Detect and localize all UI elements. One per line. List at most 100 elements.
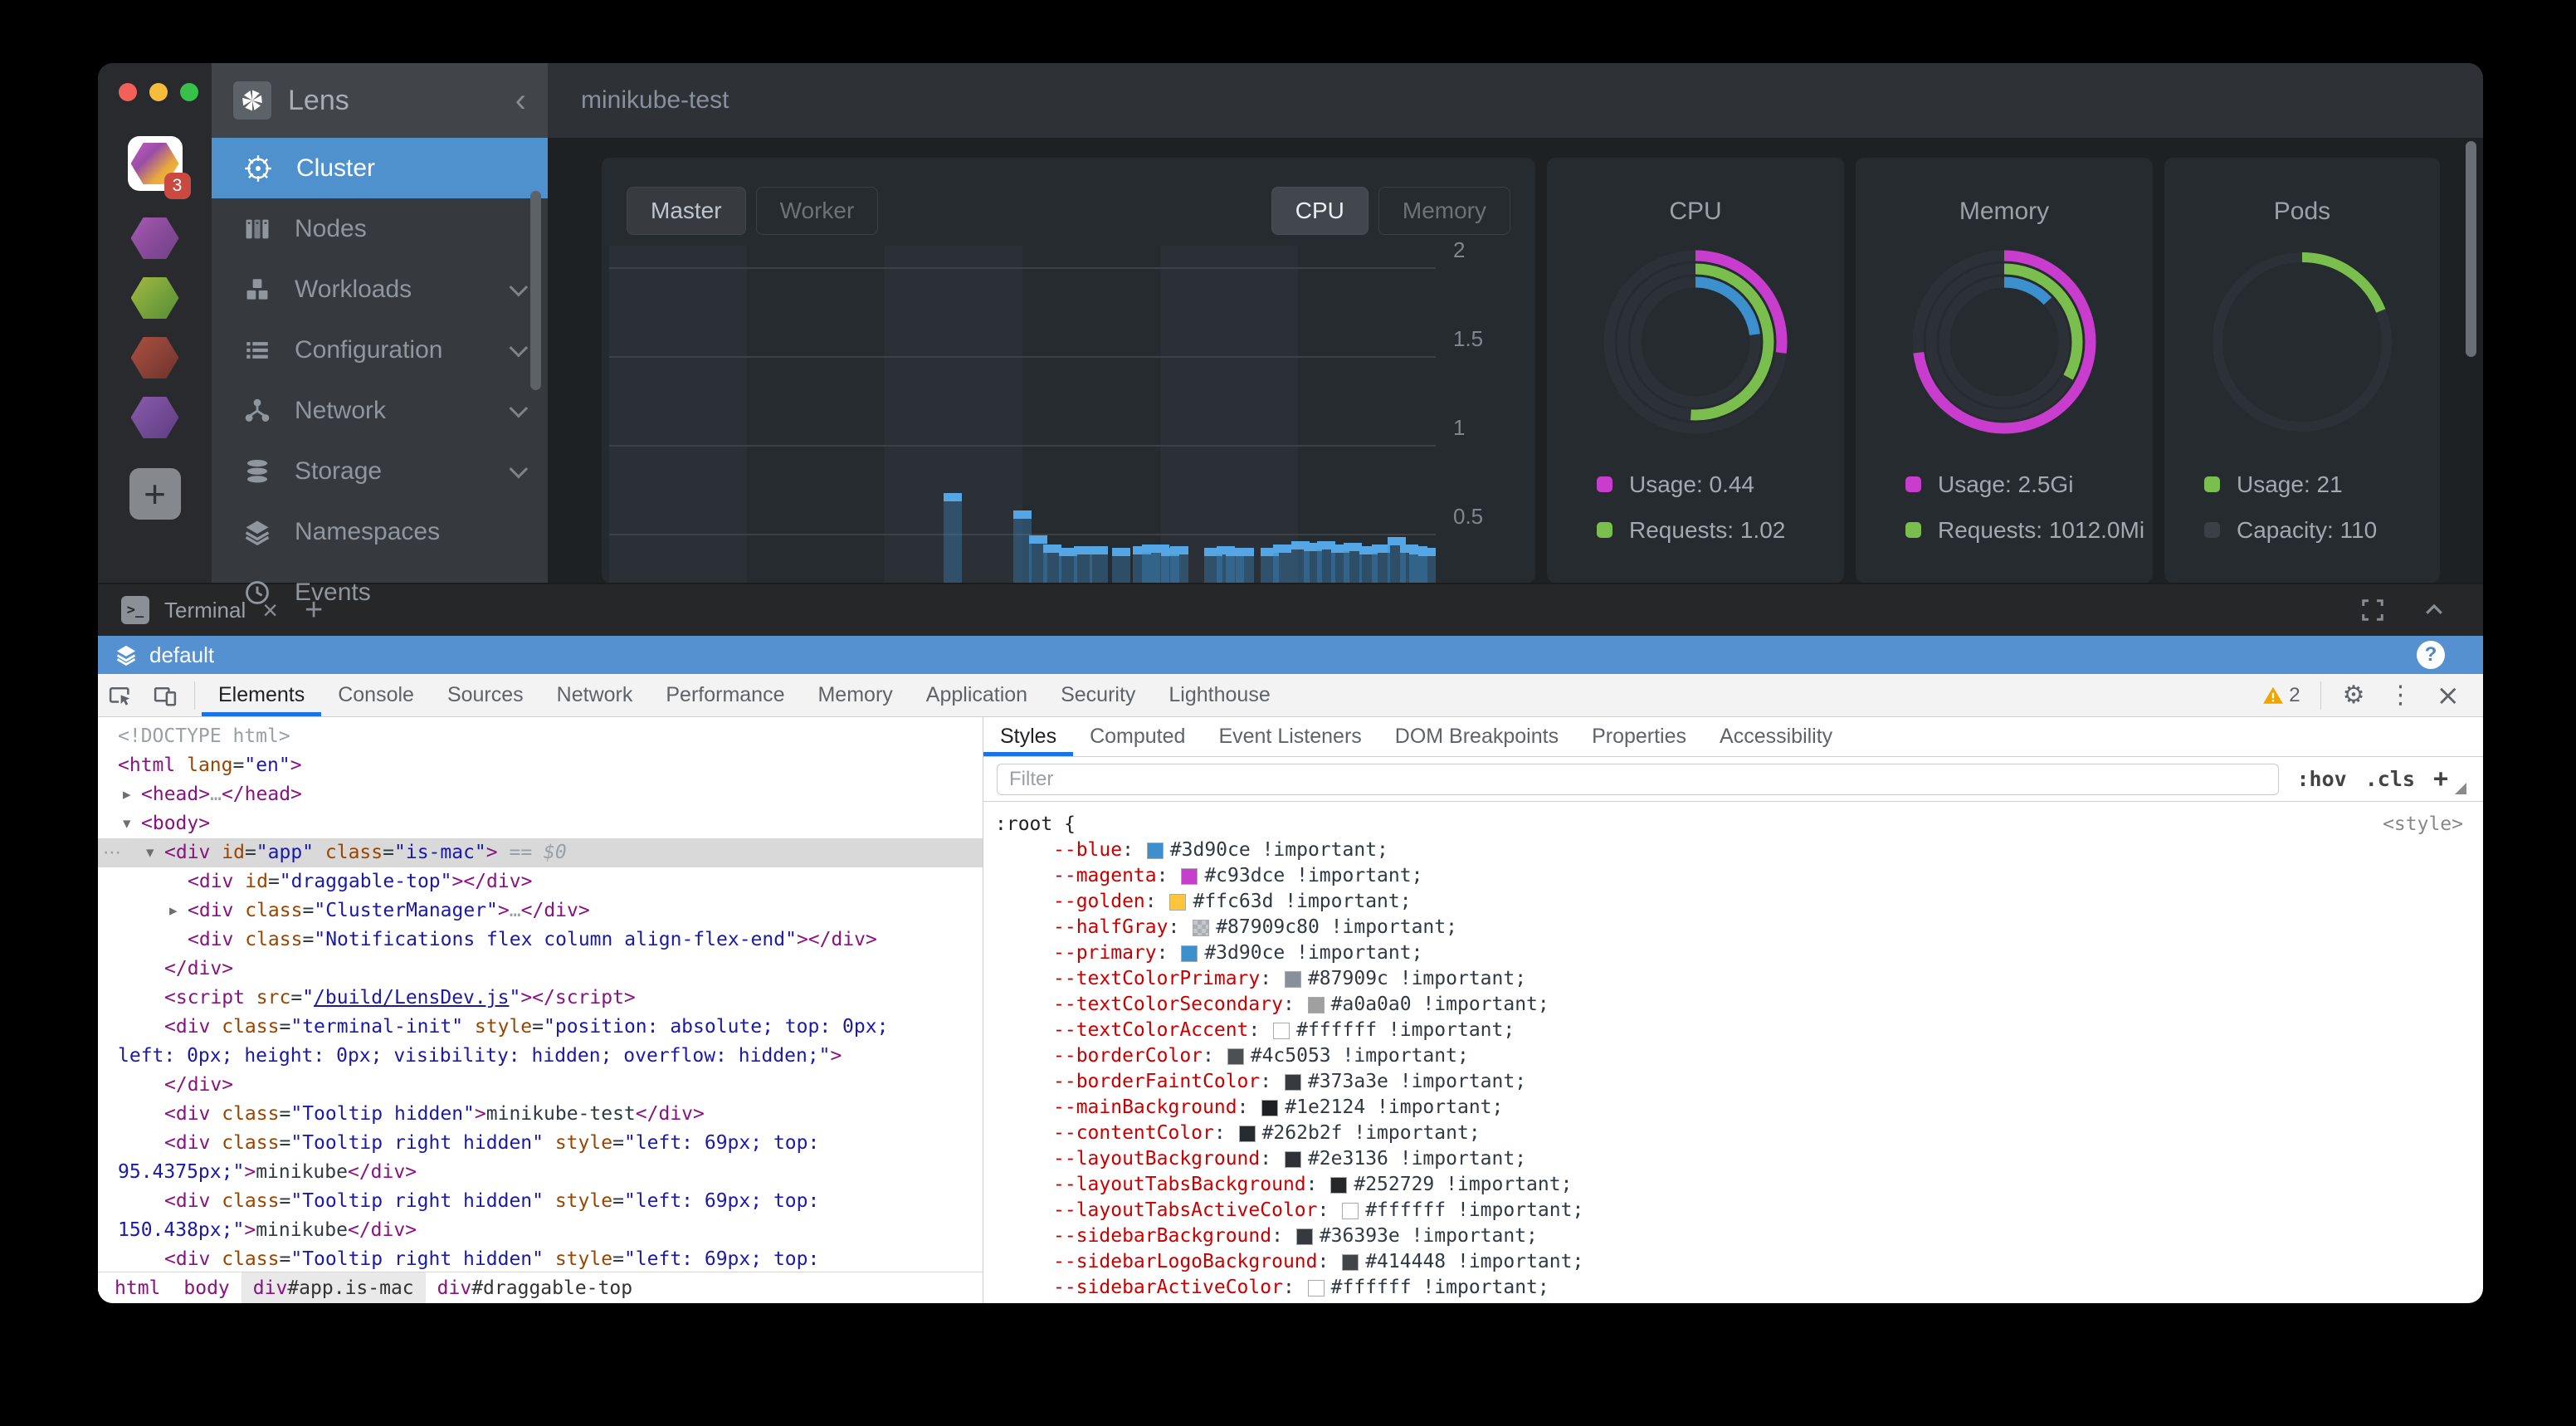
css-property-name[interactable]: --sidebarBackground [1053,1223,1271,1249]
stylesheet-source-link[interactable]: <style> [2383,812,2463,838]
color-swatch[interactable] [1296,1228,1313,1245]
color-swatch[interactable] [1308,997,1325,1013]
elements-tree-row[interactable]: <div class="Tooltip right hidden" style=… [98,1245,983,1272]
css-property-row[interactable]: --layoutTabsBackground: #252729 !importa… [995,1172,2463,1198]
devtools-tab[interactable]: Sources [431,674,540,716]
css-property-name[interactable]: --textColorSecondary [1053,992,1283,1018]
breadcrumb-item[interactable]: div#app.is-mac [242,1272,426,1303]
css-property-row[interactable]: --textColorSecondary: #a0a0a0 !important… [995,992,2463,1018]
css-property-value[interactable]: #3d90ce !important; [1170,838,1388,863]
elements-tree-row[interactable]: ⋯▾<div id="app" class="is-mac"> == $0 [98,838,983,867]
css-property-name[interactable]: --contentColor [1053,1121,1214,1146]
color-swatch[interactable] [1181,945,1198,962]
css-property-value[interactable]: #c93dce !important; [1204,863,1422,889]
sidebar-scrollbar[interactable] [530,191,541,390]
css-property-value[interactable]: #a0a0a0 !important; [1331,992,1549,1018]
css-property-value[interactable]: #ffffff !important; [1365,1198,1583,1223]
new-style-rule-button[interactable]: + [2433,764,2448,794]
devtools-tab[interactable]: Performance [649,674,801,716]
styles-tab[interactable]: Computed [1073,717,1202,756]
styles-tab[interactable]: Properties [1575,717,1703,756]
css-property-name[interactable]: --magenta [1053,863,1157,889]
devtools-tab[interactable]: Memory [801,674,909,716]
css-property-name[interactable]: --primary [1053,940,1157,966]
color-swatch[interactable] [1239,1126,1256,1142]
devtools-tab[interactable]: Security [1044,674,1152,716]
color-swatch[interactable] [1193,920,1209,936]
cluster-tile[interactable] [131,217,179,259]
css-property-value[interactable]: #ffc63d !important; [1193,889,1411,915]
minimize-window-button[interactable] [149,83,168,101]
zoom-window-button[interactable] [180,83,198,101]
inspect-element-icon[interactable] [98,683,143,708]
styles-tab[interactable]: DOM Breakpoints [1378,717,1575,756]
color-swatch[interactable] [1342,1254,1359,1271]
breadcrumb-item[interactable]: div#draggable-top [426,1272,644,1303]
elements-tree-row[interactable]: </div> [98,1071,983,1100]
styles-tab[interactable]: Styles [983,717,1073,756]
breadcrumb-item[interactable]: body [172,1272,241,1303]
sidebar-item-configuration[interactable]: Configuration [212,320,548,380]
elements-tree-row[interactable]: <div class="Notifications flex column al… [98,925,983,955]
content-scrollbar[interactable] [2466,141,2476,357]
color-swatch[interactable] [1273,1023,1290,1039]
css-property-row[interactable]: --blue: #3d90ce !important; [995,838,2463,863]
sidebar-item-workloads[interactable]: Workloads [212,259,548,320]
color-swatch[interactable] [1285,971,1301,988]
color-swatch[interactable] [1227,1048,1244,1065]
devtools-tab[interactable]: Application [910,674,1044,716]
elements-tree-row[interactable]: ▾<body> [98,809,983,838]
css-property-value[interactable]: #87909c80 !important; [1216,915,1457,940]
css-property-row[interactable]: --sidebarActiveColor: #ffffff !important… [995,1275,2463,1301]
css-property-row[interactable]: --borderFaintColor: #373a3e !important; [995,1069,2463,1095]
elements-tree-row[interactable]: <div id="draggable-top"></div> [98,867,983,896]
elements-tree-row[interactable]: </div> [98,955,983,984]
color-swatch[interactable] [1147,842,1164,859]
css-property-name[interactable]: --layoutBackground [1053,1146,1260,1172]
elements-tree-row[interactable]: <!DOCTYPE html> [98,722,983,751]
css-property-value[interactable]: #1e2124 !important; [1285,1095,1503,1121]
color-swatch[interactable] [1261,1100,1278,1116]
css-property-name[interactable]: --golden [1053,889,1145,915]
css-property-value[interactable]: #2e3136 !important; [1308,1146,1526,1172]
color-swatch[interactable] [1285,1151,1301,1168]
css-property-name[interactable]: --mainBackground [1053,1095,1237,1121]
sidebar-item-events[interactable]: Events [212,562,548,623]
memory-tab[interactable]: Memory [1378,187,1510,235]
collapsed-arrow-icon[interactable]: ▸ [123,780,131,809]
color-swatch[interactable] [1181,868,1198,885]
css-property-value[interactable]: #87909c !important; [1308,966,1526,992]
add-cluster-button[interactable]: + [129,468,181,520]
sidebar-item-storage[interactable]: Storage [212,441,548,501]
css-property-value[interactable]: #3d90ce !important; [1204,940,1422,966]
warnings-counter[interactable]: 2 [2256,684,2306,707]
elements-tree-row[interactable]: <html lang="en"> [98,751,983,780]
css-property-row[interactable]: --layoutBackground: #2e3136 !important; [995,1146,2463,1172]
css-property-value[interactable]: #4c5053 !important; [1251,1043,1469,1069]
sidebar-item-nodes[interactable]: Nodes [212,198,548,259]
css-property-name[interactable]: --borderFaintColor [1053,1069,1260,1095]
css-property-row[interactable]: --halfGray: #87909c80 !important; [995,915,2463,940]
css-property-row[interactable]: --layoutTabsActiveColor: #ffffff !import… [995,1198,2463,1223]
color-swatch[interactable] [1169,894,1186,911]
color-swatch[interactable] [1285,1074,1301,1091]
settings-gear-icon[interactable]: ⚙ [2334,681,2374,710]
devtools-tab[interactable]: Network [540,674,650,716]
css-property-value[interactable]: #252729 !important; [1354,1172,1572,1198]
css-property-row[interactable]: --contentColor: #262b2f !important; [995,1121,2463,1146]
close-window-button[interactable] [119,83,137,101]
css-property-value[interactable]: #36393e !important; [1320,1223,1538,1249]
elements-tree-row[interactable]: ▸<head>…</head> [98,780,983,809]
cluster-tile[interactable] [131,277,179,319]
cpu-tab[interactable]: CPU [1271,187,1368,235]
css-property-name[interactable]: --sidebarActiveColor [1053,1275,1283,1301]
css-property-row[interactable]: --textColorPrimary: #87909c !important; [995,966,2463,992]
devtools-tab[interactable]: Lighthouse [1152,674,1286,716]
elements-tree-row[interactable]: <script src="/build/LensDev.js"></script… [98,984,983,1013]
css-property-row[interactable]: --mainBackground: #1e2124 !important; [995,1095,2463,1121]
master-tab[interactable]: Master [627,187,746,235]
css-property-row[interactable]: --sidebarBackground: #36393e !important; [995,1223,2463,1249]
worker-tab[interactable]: Worker [756,187,879,235]
css-property-name[interactable]: --textColorAccent [1053,1018,1248,1043]
color-swatch[interactable] [1330,1177,1347,1194]
